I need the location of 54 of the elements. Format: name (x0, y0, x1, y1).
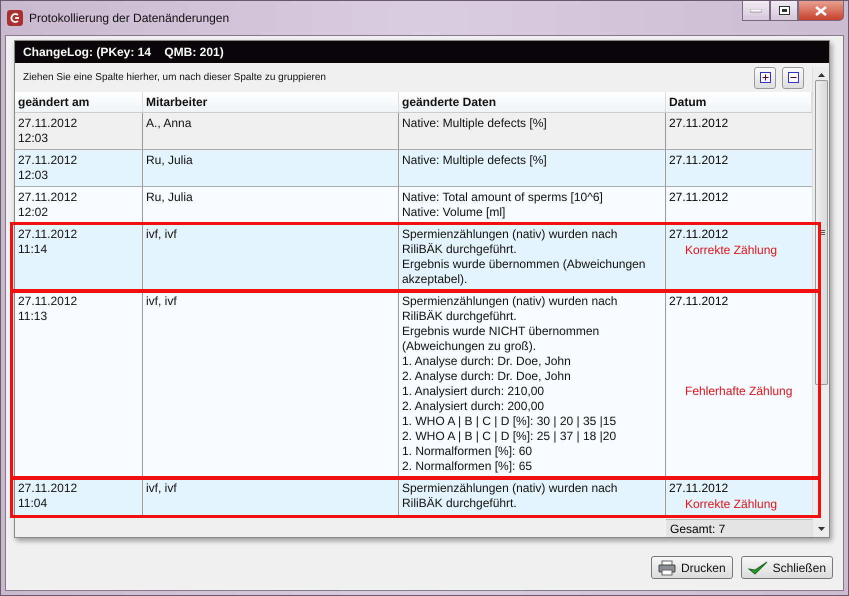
maximize-button[interactable] (770, 1, 798, 21)
app-icon (7, 10, 23, 26)
print-button[interactable]: Drucken (650, 556, 733, 579)
minimize-button[interactable] (742, 1, 770, 21)
table-cell: ivf, ivf (143, 478, 399, 515)
table-cell-text: 27.11.2012 (669, 190, 730, 205)
close-icon (815, 6, 827, 16)
table-cell: Spermienzählungen (nativ) wurden nach RiliBÄK durchgeführt. Ergebnis wurde NICHT übernommen (Abweichungen zu groß). 1. Analyse durch: Dr. Doe, John 2. Analyse durch: Dr. Doe, John 1. Analysiert durch: 210,00 2. Analysiert durch: 200,00 1. WHO A | B | C | D [%]: 30 | 20 | 35 |15 2. WHO A | B | C | D [%]: 25 | 37 | 18 |20 1. Normalformen [%]: 60 2. Normalformen [%]: 65 (399, 291, 666, 477)
table-row[interactable]: 27.11.2012 12:02 Ru, Julia Native: Total amount of sperms [10^6] Native: Volume [ml] 27.11.2012 (15, 187, 812, 224)
table-cell: 27.11.2012 11:13 (15, 291, 143, 477)
checkmark-icon (748, 560, 768, 576)
table-cell: Native: Multiple defects [%] (399, 150, 666, 186)
table-cell: Spermienzählungen (nativ) wurden nach RiliBÄK durchgeführt. (399, 478, 666, 515)
minimize-icon (750, 8, 762, 12)
table-row[interactable]: 27.11.2012 12:03 Ru, Julia Native: Multiple defects [%] 27.11.2012 (15, 150, 812, 187)
column-header[interactable]: geändert am (15, 92, 143, 112)
table-cell: 27.11.2012 12:02 (15, 187, 143, 223)
table-cell: A., Anna (143, 113, 399, 149)
table-row[interactable]: 27.11.2012 12:03 A., Anna Native: Multiple defects [%] 27.11.2012 (15, 113, 812, 150)
table-cell: Ru, Julia (143, 150, 399, 186)
annotation-text: Korrekte Zählung (684, 243, 778, 258)
column-header[interactable]: geänderte Daten (399, 92, 666, 112)
table-cell: Ru, Julia (143, 187, 399, 223)
scroll-up-icon (818, 73, 824, 77)
table-cell: Native: Multiple defects [%] (399, 113, 666, 149)
column-header[interactable]: Mitarbeiter (143, 92, 399, 112)
table-cell-text: 27.11.2012 (669, 116, 730, 131)
printer-icon (658, 560, 676, 576)
table-cell-text: 27.11.2012 (669, 294, 730, 309)
table-cell: Native: Total amount of sperms [10^6] Native: Volume [ml] (399, 187, 666, 223)
table-cell: 27.11.2012 12:03 (15, 150, 143, 186)
table-cell-text: 27.11.2012 (669, 227, 730, 242)
maximize-icon (778, 6, 790, 15)
close-button[interactable] (798, 1, 844, 21)
window-title: Protokollierung der Datenänderungen (29, 11, 230, 25)
table-cell-text: 27.11.2012 (669, 153, 730, 168)
table-cell-text: 27.11.2012 (669, 481, 730, 496)
table-cell: 27.11.2012 12:03 (15, 113, 143, 149)
plus-icon (760, 72, 770, 83)
group-hint: Ziehen Sie eine Spalte hierher, um nach dieser Spalte zu gruppieren (23, 72, 327, 83)
close-dialog-button[interactable]: Schließen (740, 556, 833, 579)
total-count: Gesamt: 7 (666, 519, 812, 537)
table-cell: 27.11.2012 11:14 (15, 224, 143, 290)
collapse-all-button[interactable] (782, 66, 804, 88)
annotation-text: Fehlerhafte Zählung (684, 384, 794, 399)
minus-icon (788, 72, 798, 83)
table-cell: Spermienzählungen (nativ) wurden nach RiliBÄK durchgeführt. Ergebnis wurde übernommen (Abweichungen akzeptabel). (399, 224, 666, 290)
table-cell: 27.11.2012 11:04 (15, 478, 143, 515)
table-cell: ivf, ivf (143, 224, 399, 290)
scroll-down-icon (818, 527, 824, 531)
table-cell: ivf, ivf (143, 291, 399, 477)
annotation-text: Korrekte Zählung (684, 497, 778, 512)
panel-title: ChangeLog: (PKey: 14 QMB: 201) (15, 41, 829, 63)
expand-all-button[interactable] (754, 66, 776, 88)
